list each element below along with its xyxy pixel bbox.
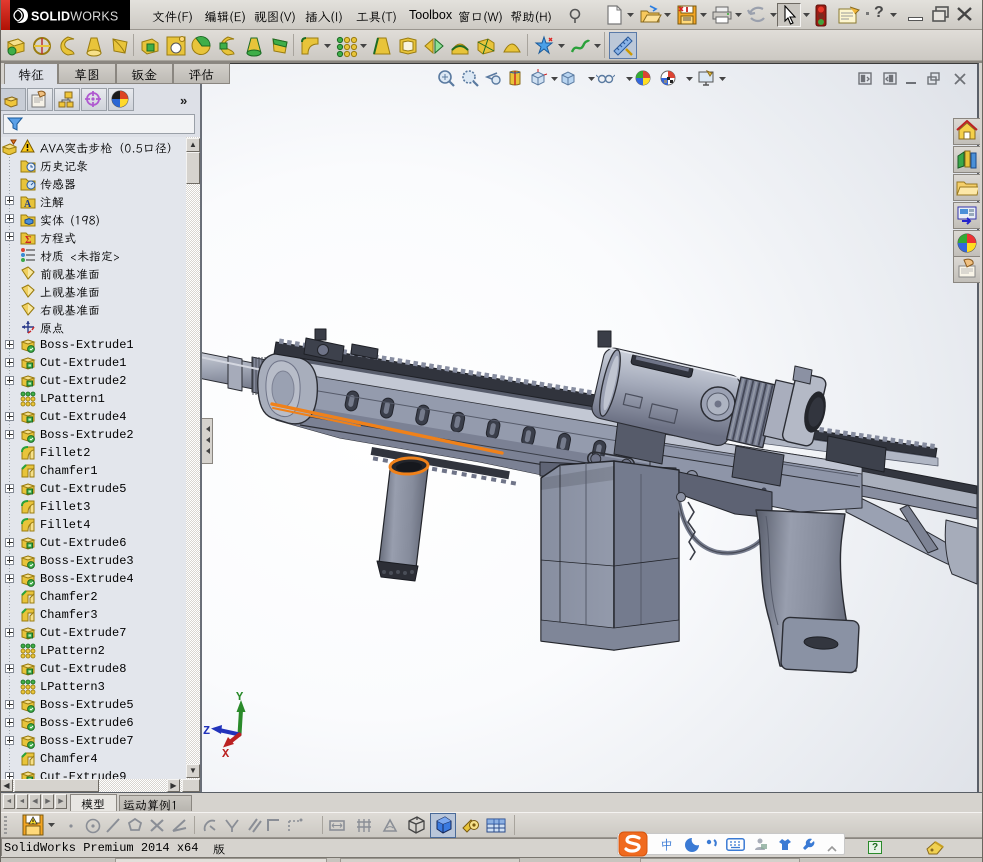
svg-text:X: X xyxy=(222,747,230,761)
svg-text:Z: Z xyxy=(203,724,210,738)
svg-text:Σ: Σ xyxy=(25,235,32,245)
svg-text:Y: Y xyxy=(236,690,244,704)
svg-text:A: A xyxy=(24,199,32,209)
svg-text:SOLIDWORKS: SOLIDWORKS xyxy=(31,10,118,24)
